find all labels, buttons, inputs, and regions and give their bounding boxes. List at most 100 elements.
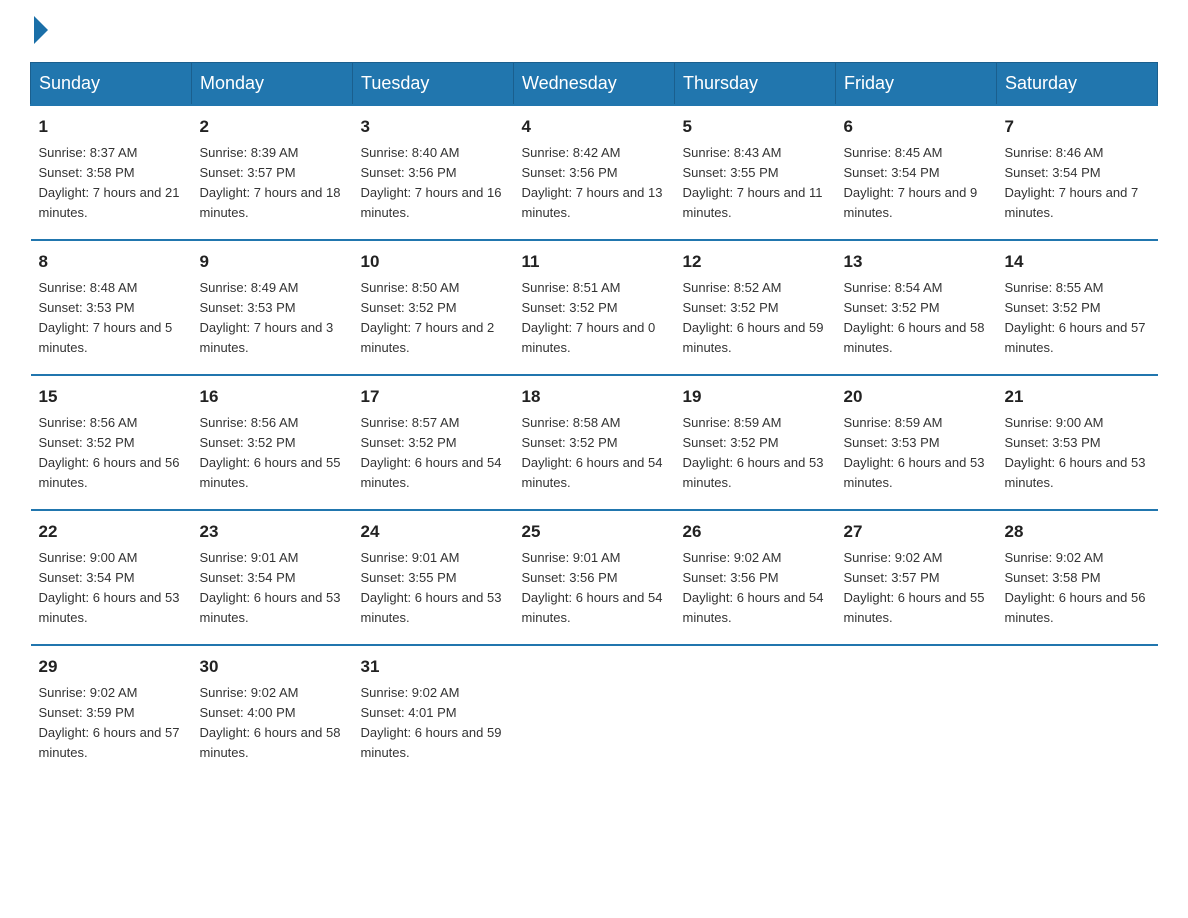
- day-number: 15: [39, 384, 184, 410]
- calendar-day-cell: 10 Sunrise: 8:50 AMSunset: 3:52 PMDayligh…: [353, 240, 514, 375]
- calendar-day-cell: 30 Sunrise: 9:02 AMSunset: 4:00 PMDayligh…: [192, 645, 353, 779]
- day-info: Sunrise: 8:42 AMSunset: 3:56 PMDaylight:…: [522, 143, 667, 224]
- day-info: Sunrise: 9:01 AMSunset: 3:55 PMDaylight:…: [361, 548, 506, 629]
- day-number: 13: [844, 249, 989, 275]
- day-info: Sunrise: 8:59 AMSunset: 3:52 PMDaylight:…: [683, 413, 828, 494]
- day-info: Sunrise: 9:00 AMSunset: 3:54 PMDaylight:…: [39, 548, 184, 629]
- calendar-day-cell: 18 Sunrise: 8:58 AMSunset: 3:52 PMDayligh…: [514, 375, 675, 510]
- calendar-day-cell: 23 Sunrise: 9:01 AMSunset: 3:54 PMDayligh…: [192, 510, 353, 645]
- day-info: Sunrise: 9:02 AMSunset: 4:00 PMDaylight:…: [200, 683, 345, 764]
- page-header: [30, 20, 1158, 42]
- logo: [30, 20, 48, 42]
- day-info: Sunrise: 8:57 AMSunset: 3:52 PMDaylight:…: [361, 413, 506, 494]
- day-number: 27: [844, 519, 989, 545]
- calendar-day-cell: 31 Sunrise: 9:02 AMSunset: 4:01 PMDayligh…: [353, 645, 514, 779]
- calendar-day-cell: 13 Sunrise: 8:54 AMSunset: 3:52 PMDayligh…: [836, 240, 997, 375]
- day-info: Sunrise: 8:43 AMSunset: 3:55 PMDaylight:…: [683, 143, 828, 224]
- calendar-day-cell: 12Sunrise: 8:52 AMSunset: 3:52 PMDayligh…: [675, 240, 836, 375]
- calendar-day-cell: [514, 645, 675, 779]
- day-info: Sunrise: 8:55 AMSunset: 3:52 PMDaylight:…: [1005, 278, 1150, 359]
- calendar-week-row: 8 Sunrise: 8:48 AMSunset: 3:53 PMDaylight…: [31, 240, 1158, 375]
- day-info: Sunrise: 8:54 AMSunset: 3:52 PMDaylight:…: [844, 278, 989, 359]
- calendar-day-cell: 29 Sunrise: 9:02 AMSunset: 3:59 PMDayligh…: [31, 645, 192, 779]
- calendar-day-cell: 20 Sunrise: 8:59 AMSunset: 3:53 PMDayligh…: [836, 375, 997, 510]
- day-info: Sunrise: 9:01 AMSunset: 3:54 PMDaylight:…: [200, 548, 345, 629]
- day-number: 18: [522, 384, 667, 410]
- day-info: Sunrise: 8:51 AMSunset: 3:52 PMDaylight:…: [522, 278, 667, 359]
- calendar-day-cell: 11Sunrise: 8:51 AMSunset: 3:52 PMDayligh…: [514, 240, 675, 375]
- day-number: 25: [522, 519, 667, 545]
- day-number: 28: [1005, 519, 1150, 545]
- calendar-day-cell: [997, 645, 1158, 779]
- calendar-day-cell: 8 Sunrise: 8:48 AMSunset: 3:53 PMDaylight…: [31, 240, 192, 375]
- day-number: 23: [200, 519, 345, 545]
- day-number: 17: [361, 384, 506, 410]
- calendar-day-cell: 21Sunrise: 9:00 AMSunset: 3:53 PMDayligh…: [997, 375, 1158, 510]
- day-number: 19: [683, 384, 828, 410]
- calendar-day-cell: 5 Sunrise: 8:43 AMSunset: 3:55 PMDaylight…: [675, 105, 836, 240]
- calendar-day-cell: 26 Sunrise: 9:02 AMSunset: 3:56 PMDayligh…: [675, 510, 836, 645]
- calendar-day-cell: 25Sunrise: 9:01 AMSunset: 3:56 PMDayligh…: [514, 510, 675, 645]
- day-info: Sunrise: 8:59 AMSunset: 3:53 PMDaylight:…: [844, 413, 989, 494]
- day-number: 31: [361, 654, 506, 680]
- day-number: 21: [1005, 384, 1150, 410]
- calendar-table: SundayMondayTuesdayWednesdayThursdayFrid…: [30, 62, 1158, 779]
- calendar-day-cell: 27 Sunrise: 9:02 AMSunset: 3:57 PMDayligh…: [836, 510, 997, 645]
- day-number: 29: [39, 654, 184, 680]
- day-number: 20: [844, 384, 989, 410]
- calendar-day-cell: 4Sunrise: 8:42 AMSunset: 3:56 PMDaylight…: [514, 105, 675, 240]
- calendar-day-cell: 7 Sunrise: 8:46 AMSunset: 3:54 PMDaylight…: [997, 105, 1158, 240]
- calendar-day-cell: 14 Sunrise: 8:55 AMSunset: 3:52 PMDayligh…: [997, 240, 1158, 375]
- day-number: 8: [39, 249, 184, 275]
- logo-arrow-icon: [34, 16, 48, 44]
- day-info: Sunrise: 8:45 AMSunset: 3:54 PMDaylight:…: [844, 143, 989, 224]
- calendar-day-cell: 22 Sunrise: 9:00 AMSunset: 3:54 PMDayligh…: [31, 510, 192, 645]
- day-info: Sunrise: 8:39 AMSunset: 3:57 PMDaylight:…: [200, 143, 345, 224]
- day-info: Sunrise: 8:50 AMSunset: 3:52 PMDaylight:…: [361, 278, 506, 359]
- day-info: Sunrise: 9:02 AMSunset: 4:01 PMDaylight:…: [361, 683, 506, 764]
- day-info: Sunrise: 8:58 AMSunset: 3:52 PMDaylight:…: [522, 413, 667, 494]
- day-info: Sunrise: 8:40 AMSunset: 3:56 PMDaylight:…: [361, 143, 506, 224]
- day-number: 9: [200, 249, 345, 275]
- day-of-week-header: Tuesday: [353, 63, 514, 106]
- day-number: 24: [361, 519, 506, 545]
- day-number: 5: [683, 114, 828, 140]
- day-info: Sunrise: 9:02 AMSunset: 3:56 PMDaylight:…: [683, 548, 828, 629]
- day-of-week-header: Monday: [192, 63, 353, 106]
- day-info: Sunrise: 9:02 AMSunset: 3:58 PMDaylight:…: [1005, 548, 1150, 629]
- calendar-week-row: 1Sunrise: 8:37 AMSunset: 3:58 PMDaylight…: [31, 105, 1158, 240]
- day-number: 14: [1005, 249, 1150, 275]
- calendar-day-cell: [675, 645, 836, 779]
- day-number: 12: [683, 249, 828, 275]
- calendar-day-cell: 15 Sunrise: 8:56 AMSunset: 3:52 PMDayligh…: [31, 375, 192, 510]
- calendar-day-cell: 6 Sunrise: 8:45 AMSunset: 3:54 PMDaylight…: [836, 105, 997, 240]
- day-number: 7: [1005, 114, 1150, 140]
- day-info: Sunrise: 8:46 AMSunset: 3:54 PMDaylight:…: [1005, 143, 1150, 224]
- calendar-header-row: SundayMondayTuesdayWednesdayThursdayFrid…: [31, 63, 1158, 106]
- calendar-day-cell: 1Sunrise: 8:37 AMSunset: 3:58 PMDaylight…: [31, 105, 192, 240]
- day-number: 6: [844, 114, 989, 140]
- day-of-week-header: Thursday: [675, 63, 836, 106]
- calendar-day-cell: 16Sunrise: 8:56 AMSunset: 3:52 PMDayligh…: [192, 375, 353, 510]
- day-info: Sunrise: 8:37 AMSunset: 3:58 PMDaylight:…: [39, 143, 184, 224]
- day-number: 30: [200, 654, 345, 680]
- day-number: 22: [39, 519, 184, 545]
- day-info: Sunrise: 8:56 AMSunset: 3:52 PMDaylight:…: [39, 413, 184, 494]
- day-number: 10: [361, 249, 506, 275]
- day-number: 26: [683, 519, 828, 545]
- calendar-week-row: 22 Sunrise: 9:00 AMSunset: 3:54 PMDayligh…: [31, 510, 1158, 645]
- calendar-day-cell: 17 Sunrise: 8:57 AMSunset: 3:52 PMDayligh…: [353, 375, 514, 510]
- day-info: Sunrise: 9:02 AMSunset: 3:57 PMDaylight:…: [844, 548, 989, 629]
- day-number: 16: [200, 384, 345, 410]
- calendar-day-cell: 3Sunrise: 8:40 AMSunset: 3:56 PMDaylight…: [353, 105, 514, 240]
- calendar-day-cell: [836, 645, 997, 779]
- calendar-week-row: 15 Sunrise: 8:56 AMSunset: 3:52 PMDayligh…: [31, 375, 1158, 510]
- calendar-week-row: 29 Sunrise: 9:02 AMSunset: 3:59 PMDayligh…: [31, 645, 1158, 779]
- day-number: 2: [200, 114, 345, 140]
- day-info: Sunrise: 8:48 AMSunset: 3:53 PMDaylight:…: [39, 278, 184, 359]
- day-info: Sunrise: 8:49 AMSunset: 3:53 PMDaylight:…: [200, 278, 345, 359]
- calendar-day-cell: 28 Sunrise: 9:02 AMSunset: 3:58 PMDayligh…: [997, 510, 1158, 645]
- calendar-day-cell: 2 Sunrise: 8:39 AMSunset: 3:57 PMDaylight…: [192, 105, 353, 240]
- day-info: Sunrise: 9:02 AMSunset: 3:59 PMDaylight:…: [39, 683, 184, 764]
- day-of-week-header: Saturday: [997, 63, 1158, 106]
